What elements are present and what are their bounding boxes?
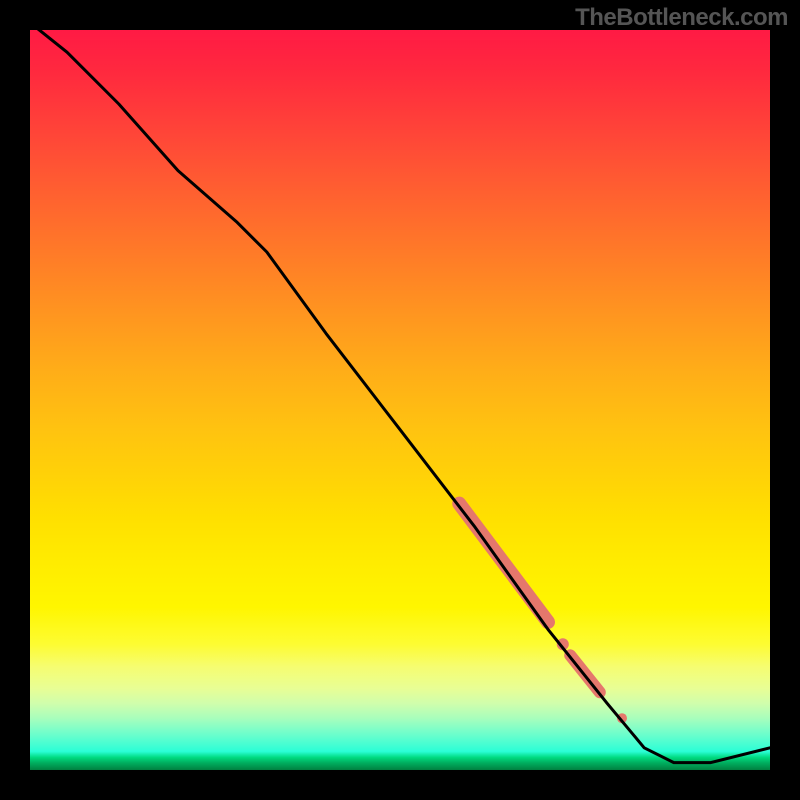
chart-svg: [30, 30, 770, 770]
highlight-layer: [459, 504, 627, 724]
main-curve-line: [30, 23, 770, 763]
highlight-segment-1: [459, 504, 548, 622]
chart-plot-area: [30, 30, 770, 770]
watermark-text: TheBottleneck.com: [575, 4, 788, 32]
